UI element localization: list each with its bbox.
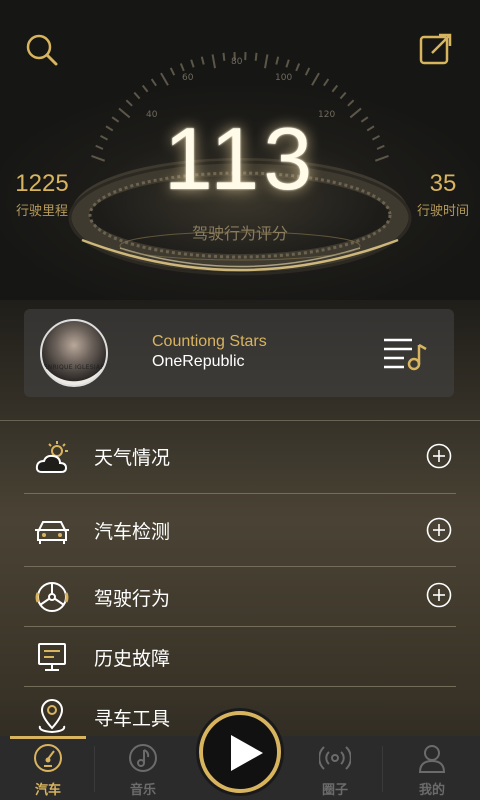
menu-item-label: 寻车工具 [94, 708, 171, 730]
steering-wheel-icon [34, 579, 70, 615]
gauge-tick-mark [304, 67, 311, 76]
tab-label: 我的 [418, 783, 445, 798]
active-tab-indicator [10, 736, 86, 739]
gauge-tick-mark [160, 72, 169, 86]
gauge-tick-mark [331, 84, 339, 93]
now-playing-card[interactable]: ENRIQUE IGLESIAS Countiong Stars OneRepu… [24, 309, 454, 397]
drive-time-stat: 35 行驶时间 [416, 170, 470, 219]
album-caption: ENRIQUE IGLESIAS [43, 364, 105, 371]
drive-time-label: 行驶时间 [416, 204, 469, 219]
menu-item-label: 驾驶行为 [94, 588, 171, 610]
section-divider [0, 420, 480, 421]
play-icon [231, 735, 263, 771]
tab-circle[interactable]: 圈子 [290, 736, 380, 800]
add-icon[interactable] [426, 517, 452, 543]
gauge-tick-mark [133, 91, 141, 100]
gauge-tick-mark [125, 99, 133, 107]
broadcast-icon [318, 742, 352, 774]
gauge-tick-mark [179, 63, 185, 72]
menu-item-fault-history[interactable]: 历史故障 [24, 627, 456, 687]
car-icon [34, 512, 70, 548]
monitor-icon [34, 639, 70, 675]
location-pin-icon [34, 698, 70, 734]
menu-divider [24, 493, 456, 494]
gauge-tick-mark [222, 52, 226, 61]
gauge-tick-mark [347, 99, 355, 107]
mileage-stat: 1225 行驶里程 [10, 170, 74, 219]
gauge-tick-mark [150, 78, 157, 87]
gauge-tick-60: 60 [182, 73, 194, 83]
gauge-tick-100: 100 [275, 73, 292, 83]
song-artist: OneRepublic [152, 353, 245, 370]
gauge-tick-mark [323, 78, 330, 87]
menu-item-label: 历史故障 [94, 648, 171, 670]
gauge-tick-mark [211, 54, 216, 69]
weather-icon [34, 440, 70, 476]
menu-item-driving-behavior[interactable]: 驾驶行为 [24, 567, 456, 627]
tab-car[interactable]: 汽车 [3, 736, 93, 800]
mileage-value: 1225 [15, 170, 69, 197]
add-icon[interactable] [426, 443, 452, 469]
gauge-tick-mark [254, 52, 258, 61]
menu-divider [24, 686, 456, 687]
speedometer-icon [32, 742, 64, 774]
user-icon [416, 742, 448, 774]
driving-score-label: 驾驶行为评分 [191, 224, 288, 243]
dashboard-header: 40 60 80 100 120 113 驾驶行为评分 1225 行驶里程 35… [0, 0, 480, 300]
tab-separator [382, 746, 383, 792]
tab-mine[interactable]: 我的 [387, 736, 477, 800]
gauge-tick-mark [190, 59, 195, 68]
gauge-tick-mark [264, 54, 269, 69]
music-note-icon [127, 742, 159, 774]
drive-time-value: 35 [429, 170, 457, 197]
album-cover[interactable]: ENRIQUE IGLESIAS [40, 319, 108, 387]
gauge-tick-mark [285, 59, 290, 68]
tab-label: 音乐 [129, 783, 156, 798]
song-title: Countiong Stars [152, 333, 267, 350]
gauge-tick-mark [200, 56, 205, 65]
gauge-tick-mark [339, 91, 347, 100]
gauge-tick-mark [295, 63, 301, 72]
menu-item-label: 汽车检测 [94, 521, 171, 543]
search-icon[interactable] [24, 32, 60, 68]
menu-item-weather[interactable]: 天气情况 [24, 426, 456, 494]
menu-item-car-check[interactable]: 汽车检测 [24, 500, 456, 567]
add-icon[interactable] [426, 582, 452, 608]
tab-separator [94, 746, 95, 792]
gauge-tick-80: 80 [231, 57, 243, 67]
gauge-tick-mark [169, 67, 176, 76]
tab-label: 汽车 [34, 783, 61, 798]
gauge-tick-mark [141, 84, 149, 93]
menu-item-label: 天气情况 [94, 447, 171, 469]
share-icon[interactable] [418, 32, 454, 68]
playlist-music-icon[interactable] [382, 335, 428, 371]
gauge-tick-mark [275, 56, 280, 65]
tab-label: 圈子 [321, 783, 348, 798]
tab-music[interactable]: 音乐 [98, 736, 188, 800]
mileage-label: 行驶里程 [15, 204, 68, 219]
play-button[interactable] [199, 711, 281, 793]
gauge-tick-mark [311, 72, 320, 86]
